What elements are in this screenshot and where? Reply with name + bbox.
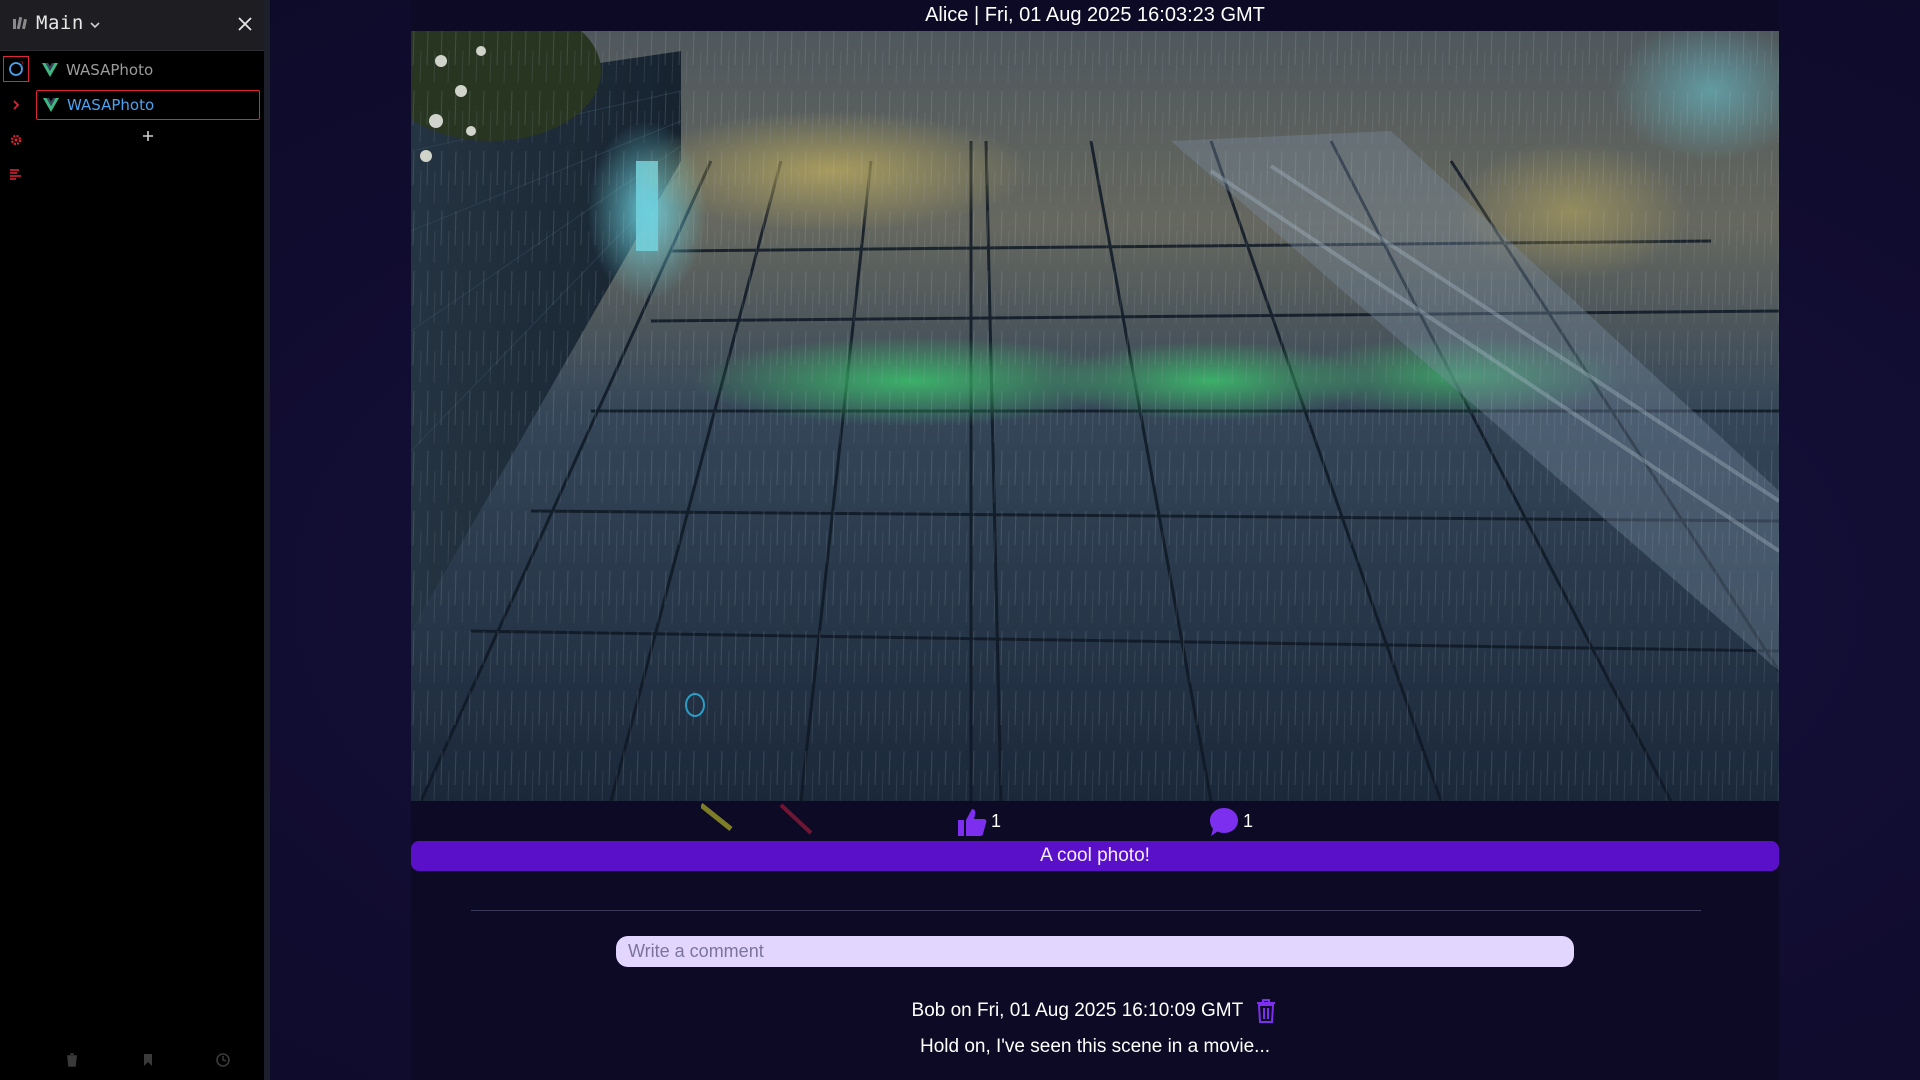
post-caption: A cool photo! <box>411 841 1779 871</box>
divider <box>471 910 1701 911</box>
trash-icon[interactable] <box>1254 998 1278 1024</box>
devtools-resize-handle[interactable] <box>264 0 270 1080</box>
close-icon[interactable] <box>236 15 254 33</box>
trash-icon[interactable] <box>64 1052 80 1068</box>
chevron-right-icon[interactable] <box>3 92 29 118</box>
component-tree-label: WASAPhoto <box>67 96 155 114</box>
app-root: Main 2 WASAPhoto WASAPhoto Alice | Fri, … <box>0 0 1920 1080</box>
devtools-panel: Main 2 WASAPhoto WASAPhoto <box>0 0 264 1080</box>
component-tree-item[interactable]: WASAPhoto <box>36 55 260 85</box>
chevron-down-icon[interactable] <box>88 18 102 32</box>
svg-text:2: 2 <box>20 61 24 68</box>
components-icon[interactable]: 2 <box>3 56 29 82</box>
thumbs-up-icon[interactable] <box>955 805 989 839</box>
timeline-icon[interactable] <box>3 162 29 188</box>
component-tree-item-selected[interactable]: WASAPhoto <box>36 90 260 120</box>
speech-bubble-icon[interactable] <box>1207 805 1241 839</box>
post-actions-bar: 1 1 <box>411 801 1779 841</box>
devtools-logo-icon <box>13 16 27 30</box>
component-tree-label: WASAPhoto <box>66 61 154 79</box>
vue-logo-icon <box>43 98 59 112</box>
bookmark-icon[interactable] <box>140 1052 156 1068</box>
devtools-header: Main <box>0 0 264 51</box>
photo-post: Alice | Fri, 01 Aug 2025 16:03:23 GMT 1 … <box>411 0 1779 1080</box>
comment-author-date: Bob on Fri, 01 Aug 2025 16:10:09 GMT <box>911 1000 1244 1021</box>
comment-meta: Bob on Fri, 01 Aug 2025 16:10:09 GMT <box>411 998 1779 1024</box>
like-count: 1 <box>991 811 1002 831</box>
comment-input[interactable] <box>616 936 1574 967</box>
rainy-street-photo <box>411 31 1779 801</box>
vue-logo-icon <box>42 63 58 77</box>
post-header: Alice | Fri, 01 Aug 2025 16:03:23 GMT <box>411 0 1779 31</box>
add-icon[interactable] <box>140 128 156 144</box>
settings-icon[interactable] <box>3 127 29 153</box>
clock-icon[interactable] <box>215 1052 231 1068</box>
decorative-streaks <box>701 803 813 835</box>
post-photo[interactable] <box>411 31 1779 801</box>
devtools-bottom-bar <box>0 1048 264 1072</box>
devtools-app-title[interactable]: Main <box>36 12 84 34</box>
comment-count: 1 <box>1243 811 1254 831</box>
comment-text: Hold on, I've seen this scene in a movie… <box>919 1036 1271 1057</box>
